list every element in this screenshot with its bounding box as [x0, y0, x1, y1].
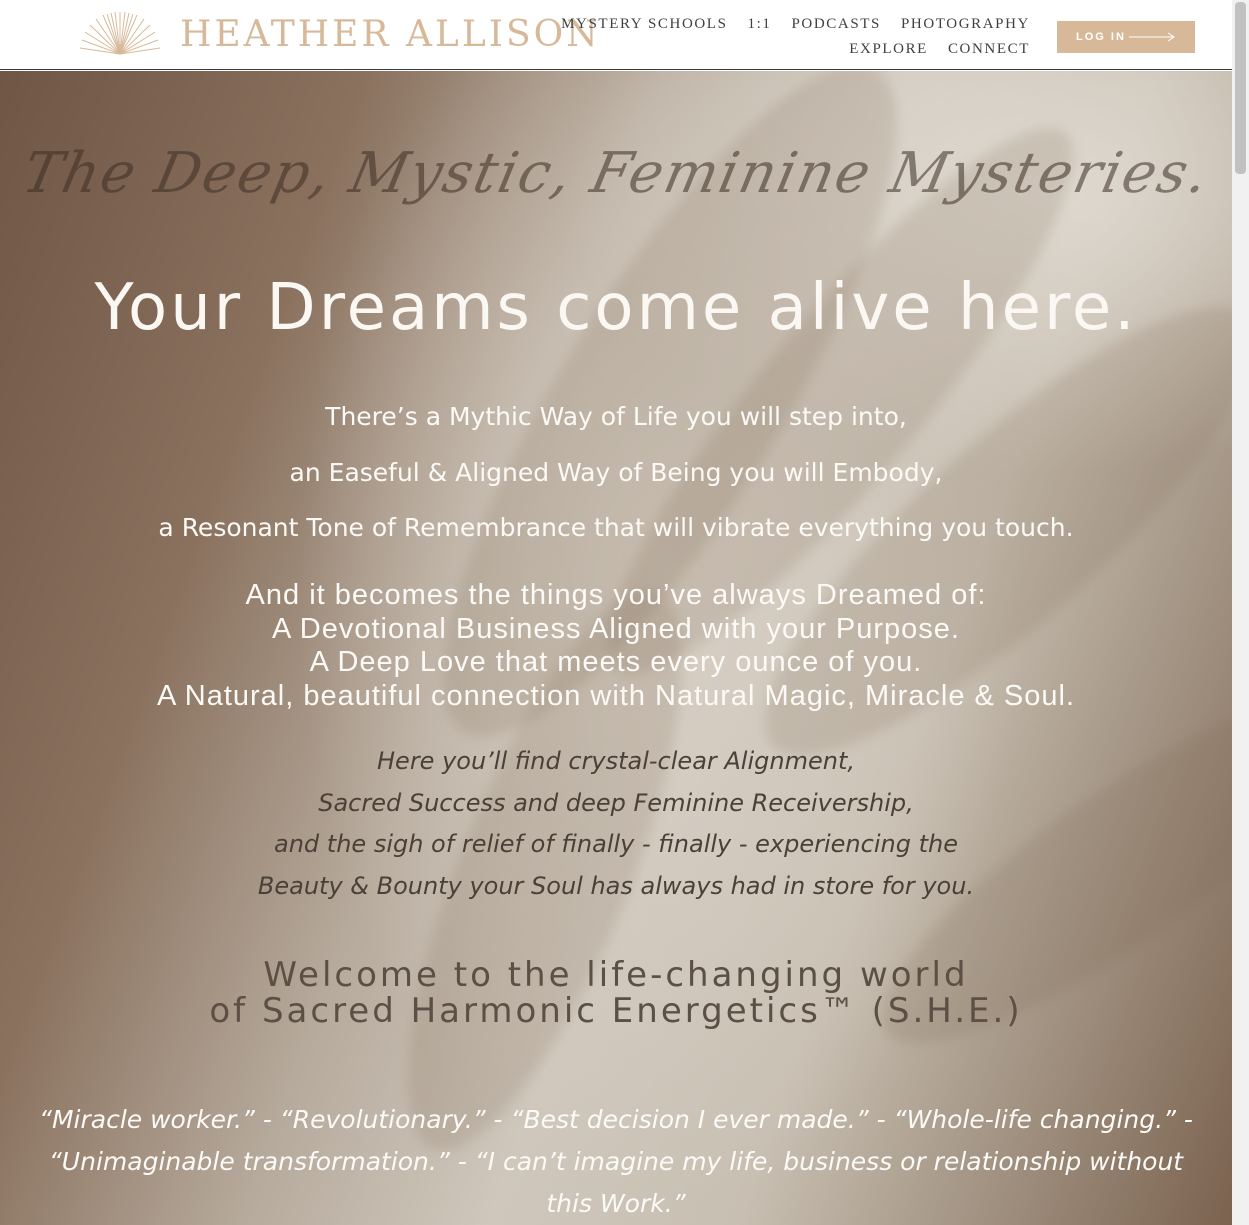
find-line: Beauty & Bounty your Soul has always had…: [257, 871, 975, 900]
dreams-paragraph: And it becomes the things you’ve always …: [0, 579, 1232, 713]
dream-line: A Natural, beautiful connection with Nat…: [156, 679, 1076, 712]
find-paragraph: Here you’ll find crystal-clear Alignment…: [0, 744, 1232, 910]
find-line: Sacred Success and deep Feminine Receive…: [318, 788, 914, 817]
script-tagline: The Deep, Mystic, Feminine Mysteries.: [17, 141, 1216, 206]
sunburst-logo-icon[interactable]: [80, 12, 160, 56]
testimonial-line: “Miracle worker.” - “Revolutionary.” - “…: [39, 1105, 1193, 1134]
primary-nav-row: MYSTERY SCHOOLS 1:1 PODCASTS PHOTOGRAPHY: [561, 16, 1030, 33]
dream-line: A Deep Love that meets every ounce of yo…: [309, 646, 923, 678]
nav-link-podcasts[interactable]: PODCASTS: [791, 16, 881, 33]
intro-paragraph: There’s a Mythic Way of Life you will st…: [0, 401, 1232, 568]
testimonial-line: this Work.”: [546, 1189, 686, 1218]
hero-headline: Your Dreams come alive here.: [94, 271, 1138, 345]
nav-link-explore[interactable]: EXPLORE: [849, 41, 928, 58]
dream-line: And it becomes the things you’ve always …: [245, 579, 987, 611]
site-logo-text[interactable]: HEATHER ALLISON: [180, 13, 601, 57]
intro-line: a Resonant Tone of Remembrance that will…: [158, 513, 1074, 542]
welcome-heading: Welcome to the life-changing world of Sa…: [0, 957, 1232, 1029]
login-button[interactable]: LOG IN: [1057, 21, 1195, 53]
testimonial-line: “Unimaginable transformation.” - “I can’…: [48, 1147, 1184, 1176]
dream-line: A Devotional Business Aligned with your …: [272, 612, 960, 645]
scrollbar-thumb[interactable]: [1235, 2, 1246, 174]
find-line: Here you’ll find crystal-clear Alignment…: [377, 747, 855, 775]
intro-line: There’s a Mythic Way of Life you will st…: [325, 402, 907, 431]
find-line: and the sigh of relief of finally - fina…: [274, 830, 958, 858]
welcome-line: Welcome to the life-changing world: [263, 955, 969, 995]
hero-section: The Deep, Mystic, Feminine Mysteries. Yo…: [0, 71, 1232, 1225]
login-button-label: LOG IN: [1076, 31, 1126, 43]
secondary-nav-row: EXPLORE CONNECT: [849, 41, 1030, 58]
intro-line: an Easeful & Aligned Way of Being you wi…: [289, 457, 943, 487]
welcome-line: of Sacred Harmonic Energetics™ (S.H.E.): [209, 991, 1023, 1031]
arrow-right-icon: [1129, 32, 1175, 42]
nav-link-photography[interactable]: PHOTOGRAPHY: [901, 16, 1030, 33]
nav-link-mystery-schools[interactable]: MYSTERY SCHOOLS: [561, 16, 727, 33]
testimonial-quotes: “Miracle worker.” - “Revolutionary.” - “…: [0, 1101, 1232, 1225]
nav-link-connect[interactable]: CONNECT: [948, 41, 1030, 58]
page-scrollbar[interactable]: [1232, 0, 1249, 1225]
nav-link-one-on-one[interactable]: 1:1: [748, 16, 772, 33]
site-header: HEATHER ALLISON MYSTERY SCHOOLS 1:1 PODC…: [0, 0, 1232, 70]
